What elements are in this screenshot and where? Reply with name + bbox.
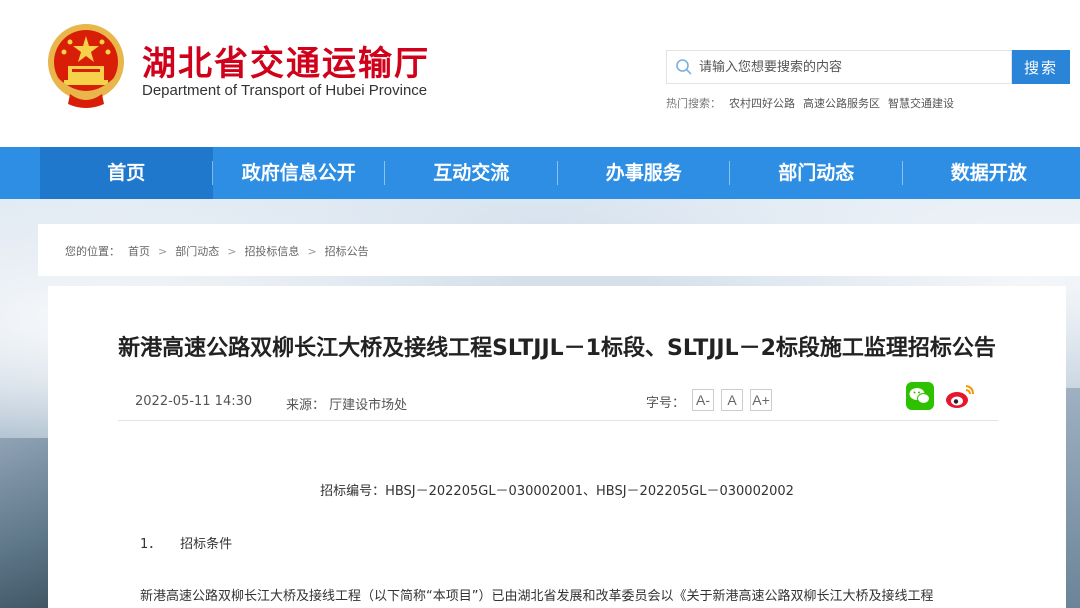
section-heading: 1． 招标条件 [140,533,232,552]
nav-item-label: 互动交流 [433,162,510,184]
site-header: 湖北省交通运输厅 Department of Transport of Hube… [0,0,1080,147]
nav-item-label: 数据开放 [950,162,1027,184]
nav-item-gov-info[interactable]: 政府信息公开 [213,147,385,199]
nav-item-label: 首页 [107,162,146,184]
weibo-icon[interactable] [944,382,976,410]
nav-item-home[interactable]: 首页 [40,147,213,199]
meta-divider [118,420,998,421]
breadcrumb-label: 您的位置： [65,245,120,258]
search-icon [676,59,692,75]
main-nav: 首页 政府信息公开 互动交流 办事服务 部门动态 数据开放 [0,147,1080,199]
nav-item-label: 部门动态 [778,162,855,184]
section-number: 1． [140,537,162,552]
article-panel: 新港高速公路双柳长江大桥及接线工程SLTJJL－1标段、SLTJJL－2标段施工… [48,286,1066,608]
font-size-decrease-button[interactable]: A- [692,389,714,411]
site-subtitle: Department of Transport of Hubei Provinc… [142,82,428,99]
hot-search-item[interactable]: 农村四好公路 [729,95,795,111]
font-size-default-button[interactable]: A [721,389,743,411]
article-date: 2022-05-11 14:30 [135,394,253,409]
wechat-icon[interactable] [906,382,934,410]
search-input[interactable] [699,51,1009,83]
breadcrumb-item-home[interactable]: 首页 [128,243,150,259]
article-source: 来源： 厅建设市场处 [286,398,408,413]
breadcrumb-separator: > [227,244,237,258]
search-button[interactable]: 搜索 [1012,50,1070,84]
nav-item-label: 政府信息公开 [241,162,356,184]
nav-item-label: 办事服务 [605,162,682,184]
nav-item-open-data[interactable]: 数据开放 [903,147,1076,199]
font-size-increase-button[interactable]: A+ [750,389,772,411]
font-size-decrease-label: A- [696,392,710,408]
breadcrumb-item-bidding-info[interactable]: 招投标信息 [244,243,299,259]
article-paragraph: 新港高速公路双柳长江大桥及接线工程（以下简称“本项目”）已由湖北省发展和改革委员… [140,589,934,604]
bid-number: 招标编号：HBSJ－202205GL－030002001、HBSJ－202205… [320,484,794,499]
national-emblem-icon[interactable] [44,20,128,110]
font-size-default-label: A [727,392,737,408]
font-size-increase-label: A+ [752,392,770,408]
hot-search-label: 热门搜索： [666,97,721,110]
section-title: 招标条件 [180,537,233,552]
font-size-label: 字号： [646,396,686,411]
breadcrumb-item-bid-notice[interactable]: 招标公告 [325,243,369,259]
breadcrumb-separator: > [158,244,168,258]
hot-search: 热门搜索： 农村四好公路 高速公路服务区 智慧交通建设 [666,95,954,111]
nav-item-services[interactable]: 办事服务 [558,147,730,199]
site-title[interactable]: 湖北省交通运输厅 [142,36,430,85]
breadcrumb: 您的位置： 首页 > 部门动态 > 招投标信息 > 招标公告 [65,243,369,259]
search-box [666,50,1012,84]
hot-search-item[interactable]: 高速公路服务区 [803,95,880,111]
hot-search-item[interactable]: 智慧交通建设 [888,95,954,111]
breadcrumb-separator: > [307,244,317,258]
breadcrumb-panel: 您的位置： 首页 > 部门动态 > 招投标信息 > 招标公告 [38,224,1080,276]
breadcrumb-item-dept-news[interactable]: 部门动态 [175,243,219,259]
article-title: 新港高速公路双柳长江大桥及接线工程SLTJJL－1标段、SLTJJL－2标段施工… [118,336,996,361]
nav-item-dept-news[interactable]: 部门动态 [730,147,903,199]
nav-item-interaction[interactable]: 互动交流 [385,147,558,199]
